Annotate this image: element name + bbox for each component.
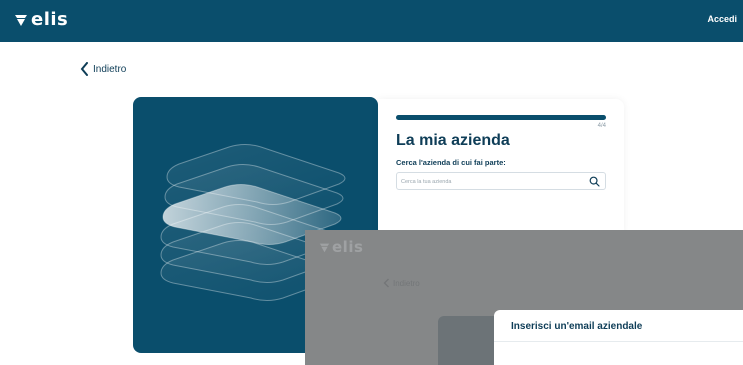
search-label: Cerca l'azienda di cui fai parte: [396, 158, 506, 167]
logo-mark-icon [319, 243, 330, 252]
company-card: 4/4 La mia azienda Cerca l'azienda di cu… [378, 99, 624, 239]
modal-divider [494, 341, 743, 342]
login-link[interactable]: Accedi [707, 14, 737, 24]
logo-mark-icon [15, 15, 27, 26]
progress-fill [396, 115, 606, 120]
search-field[interactable] [396, 172, 606, 190]
progress-bar [396, 115, 606, 120]
overlay-back-label: Indietro [393, 278, 420, 288]
search-input[interactable] [401, 176, 581, 187]
top-navbar: elis Accedi [0, 0, 743, 42]
overlay-logo-text: elis [332, 238, 364, 256]
email-modal: Inserisci un'email aziendale [494, 310, 743, 365]
back-link-label: Indietro [93, 63, 127, 75]
chevron-left-icon [383, 278, 389, 288]
back-link[interactable]: Indietro [80, 62, 126, 76]
overlay-back-link: Indietro [383, 278, 420, 288]
modal-title: Inserisci un'email aziendale [511, 321, 643, 332]
modal-overlay[interactable]: elis Indietro Inserisci un'email azienda… [305, 230, 743, 365]
search-icon[interactable] [589, 176, 600, 187]
overlay-logo: elis [319, 236, 363, 258]
page-title: La mia azienda [396, 132, 510, 149]
logo-text: elis [31, 9, 69, 30]
elis-logo[interactable]: elis [14, 9, 68, 31]
chevron-left-icon [80, 62, 88, 76]
step-counter: 4/4 [597, 123, 606, 129]
